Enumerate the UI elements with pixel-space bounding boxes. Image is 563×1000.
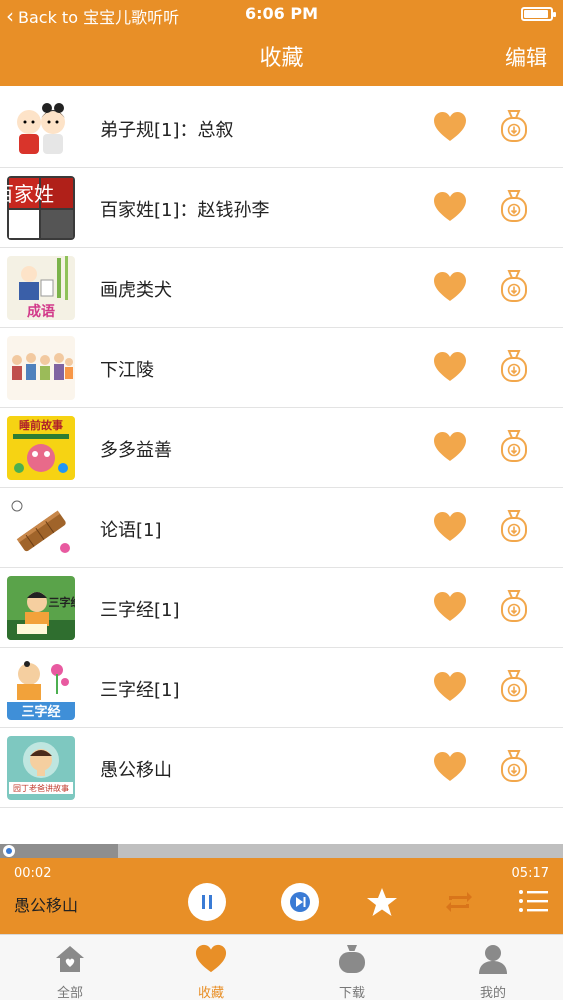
heart-icon[interactable] <box>433 351 467 383</box>
download-bag-icon[interactable] <box>500 429 528 463</box>
sanzijing-child-flowers-thumbnail: 三字经 <box>7 656 75 720</box>
list-item[interactable]: 成语 画虎类犬 <box>0 248 563 328</box>
tab-all[interactable]: 全部 <box>0 935 140 1000</box>
download-bag-icon[interactable] <box>500 509 528 543</box>
list-item[interactable]: 百家姓 百家姓[1]：赵钱孙李 <box>0 168 563 248</box>
thumb-sanzijing-label: 三字经 <box>49 595 76 609</box>
app-header: ‹ Back to 宝宝儿歌听听 6:06 PM 收藏 编辑 <box>0 0 563 86</box>
list-item[interactable]: 三字经 三字经[1] <box>0 568 563 648</box>
tab-downloads[interactable]: 下载 <box>282 935 422 1000</box>
tab-me[interactable]: 我的 <box>423 935 563 1000</box>
repeat-icon[interactable] <box>444 890 474 914</box>
item-title: 画虎类犬 <box>100 280 172 301</box>
item-title: 弟子规[1]：总叙 <box>100 120 234 141</box>
playback-progress-bar[interactable] <box>0 844 563 858</box>
list-item[interactable]: 下江陵 <box>0 328 563 408</box>
download-bag-icon[interactable] <box>500 189 528 223</box>
thumb-story-label: 睡前故事 <box>19 418 63 432</box>
thumb-sanzijing-label-2: 三字经 <box>21 704 60 720</box>
favorites-list: 弟子规[1]：总叙 百家姓 百家姓[1]：赵钱孙李 <box>0 88 563 808</box>
download-bag-icon[interactable] <box>500 669 528 703</box>
heart-icon[interactable] <box>433 431 467 463</box>
status-bar: ‹ Back to 宝宝儿歌听听 6:06 PM <box>0 0 563 28</box>
current-time: 00:02 <box>14 866 52 881</box>
person-icon <box>479 945 507 974</box>
heart-icon[interactable] <box>433 271 467 303</box>
total-time: 05:17 <box>511 866 549 881</box>
heart-icon[interactable] <box>433 751 467 783</box>
download-bag-icon <box>339 945 365 973</box>
edit-button[interactable]: 编辑 <box>505 42 547 72</box>
download-bag-icon[interactable] <box>500 269 528 303</box>
list-item[interactable]: 弟子规[1]：总叙 <box>0 88 563 168</box>
item-title: 百家姓[1]：赵钱孙李 <box>100 200 270 221</box>
baijiaxing-calligraphy-thumbnail: 百家姓 <box>7 176 75 240</box>
buffered-progress <box>0 844 119 858</box>
home-icon <box>56 946 84 972</box>
page-title: 收藏 <box>259 46 304 71</box>
idiom-painter-cartoon-thumbnail: 成语 <box>7 256 75 320</box>
heart-icon[interactable] <box>433 111 467 143</box>
heart-icon[interactable] <box>433 591 467 623</box>
pause-icon <box>202 895 212 909</box>
heart-icon[interactable] <box>433 671 467 703</box>
battery-icon <box>521 7 556 21</box>
bedtime-story-cartoon-thumbnail: 睡前故事 <box>7 416 75 480</box>
tab-all-label: 全部 <box>56 986 83 1000</box>
list-item[interactable]: 三字经 三字经[1] <box>0 648 563 728</box>
tab-favorites-label: 收藏 <box>197 986 224 1000</box>
thumb-char-1: 百家姓 <box>7 182 54 206</box>
thumb-storyteller-label: 园丁老爸讲故事 <box>13 783 69 793</box>
download-bag-icon[interactable] <box>500 349 528 383</box>
item-title: 三字经[1] <box>100 600 180 621</box>
sanzijing-child-reading-thumbnail: 三字经 <box>7 576 75 640</box>
list-item[interactable]: 论语[1] <box>0 488 563 568</box>
download-bag-icon[interactable] <box>500 109 528 143</box>
now-playing-title: 愚公移山 <box>14 896 79 915</box>
storyteller-avatar-thumbnail: 园丁老爸讲故事 <box>7 736 75 800</box>
heart-icon <box>195 944 227 973</box>
status-time: 6:06 PM <box>244 4 318 23</box>
two-children-cartoon-thumbnail <box>7 96 75 160</box>
bamboo-scroll-thumbnail <box>7 496 75 560</box>
item-title: 论语[1] <box>100 520 162 541</box>
list-item[interactable]: 园丁老爸讲故事 愚公移山 <box>0 728 563 808</box>
item-title: 三字经[1] <box>100 680 180 701</box>
item-title: 愚公移山 <box>100 760 172 781</box>
heart-icon[interactable] <box>433 191 467 223</box>
tab-downloads-label: 下载 <box>338 986 365 1000</box>
crowd-cartoon-thumbnail <box>7 336 75 400</box>
next-track-button[interactable] <box>281 883 319 921</box>
next-track-icon <box>290 892 310 912</box>
heart-icon[interactable] <box>433 511 467 543</box>
list-item[interactable]: 睡前故事 多多益善 <box>0 408 563 488</box>
item-title: 多多益善 <box>100 440 172 461</box>
mini-player: 00:02 05:17 愚公移山 <box>0 858 563 934</box>
download-bag-icon[interactable] <box>500 749 528 783</box>
star-icon[interactable] <box>366 886 398 918</box>
playlist-icon[interactable] <box>518 888 550 914</box>
download-bag-icon[interactable] <box>500 589 528 623</box>
tab-me-label: 我的 <box>479 986 506 1000</box>
tab-bar: 全部 收藏 下载 我的 <box>0 934 563 1000</box>
pause-button[interactable] <box>188 883 226 921</box>
item-title: 下江陵 <box>100 360 154 381</box>
thumb-idiom-label: 成语 <box>27 303 55 320</box>
tab-favorites[interactable]: 收藏 <box>141 935 281 1000</box>
